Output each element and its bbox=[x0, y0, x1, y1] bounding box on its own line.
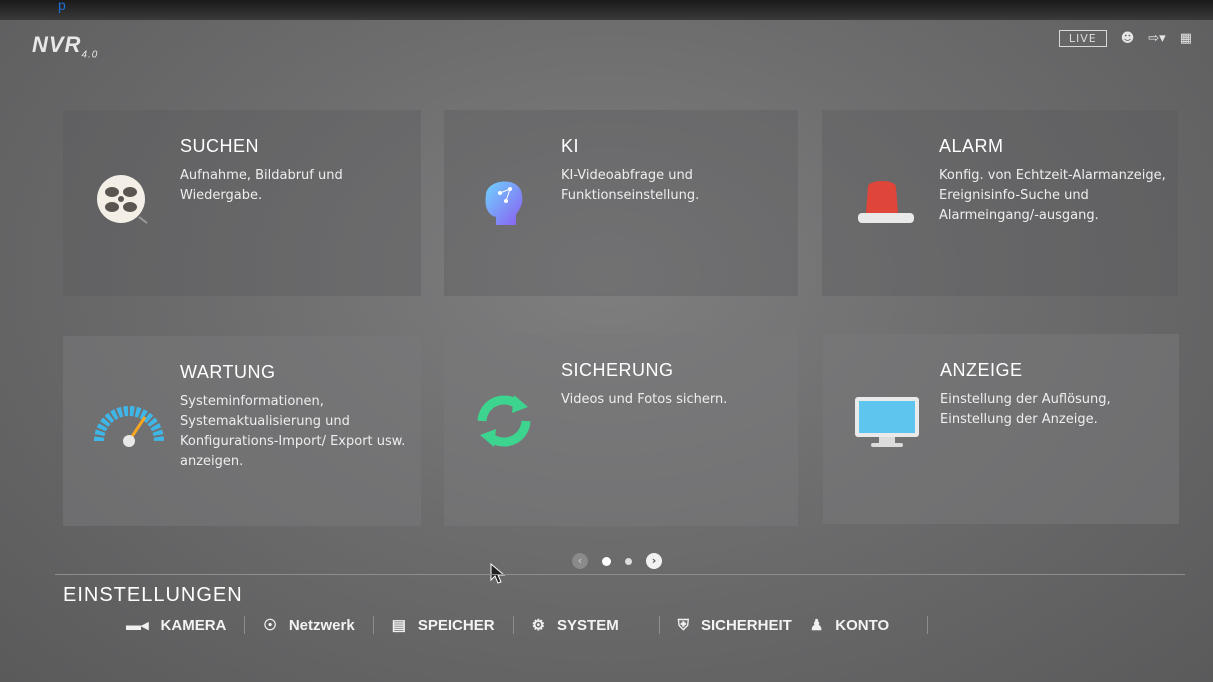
tile-alarm[interactable]: ALARM Konfig. von Echtzeit-Alarmanzeige,… bbox=[822, 110, 1178, 296]
page-dot[interactable] bbox=[625, 557, 632, 565]
shield-icon: ⛨ bbox=[677, 616, 689, 634]
live-button[interactable]: LIVE bbox=[1058, 30, 1107, 47]
tile-title: WARTUNG bbox=[180, 362, 276, 382]
separator bbox=[927, 616, 929, 634]
settings-item-label: KONTO bbox=[835, 616, 890, 634]
prev-page-icon[interactable]: ‹ bbox=[572, 553, 588, 569]
monitor-icon bbox=[851, 389, 919, 453]
qr-icon[interactable]: ▦ bbox=[1180, 31, 1192, 46]
user-icon[interactable]: ☻ bbox=[1121, 31, 1135, 46]
tile-ki[interactable]: KI KI-Videoabfrage und Funktionseinstell… bbox=[444, 110, 798, 296]
settings-item-label: Netzwerk bbox=[288, 616, 355, 634]
page-dot-active[interactable] bbox=[602, 556, 611, 566]
settings-item-konto[interactable]: ♟ KONTO bbox=[809, 616, 907, 635]
page-indicator: ‹ › bbox=[572, 553, 662, 569]
corner-mark: p bbox=[58, 0, 66, 13]
top-toolbar: LIVE ☻ ⇨▾ ▦ bbox=[1058, 30, 1192, 47]
section-divider bbox=[55, 574, 1185, 575]
tile-title: ALARM bbox=[939, 136, 1004, 156]
tile-wartung[interactable]: WARTUNG Systeminformationen, Systemaktua… bbox=[63, 336, 421, 526]
film-reel-icon bbox=[91, 165, 155, 229]
tile-suchen[interactable]: SUCHEN Aufnahme, Bildabruf und Wiedergab… bbox=[63, 110, 421, 296]
camera-icon: ▬◂ bbox=[126, 617, 149, 634]
alarm-light-icon bbox=[850, 165, 914, 229]
settings-item-netzwerk[interactable]: ☉ Netzwerk bbox=[245, 616, 372, 635]
tile-description: KI-Videoabfrage und Funktionseinstellung… bbox=[561, 168, 700, 203]
settings-item-label: KAMERA bbox=[160, 616, 227, 634]
tile-title: KI bbox=[561, 136, 580, 156]
tile-title: SICHERUNG bbox=[561, 360, 674, 380]
ai-head-icon bbox=[472, 165, 536, 229]
users-gear-icon: ♟ bbox=[809, 617, 824, 634]
tile-title: ANZEIGE bbox=[940, 360, 1023, 380]
tile-sicherung[interactable]: SICHERUNG Videos und Fotos sichern. bbox=[444, 334, 798, 526]
settings-item-label: SICHERHEIT bbox=[700, 616, 792, 634]
settings-item-speicher[interactable]: ▤ SPEICHER bbox=[374, 616, 513, 635]
sync-icon bbox=[472, 389, 536, 453]
storage-icon: ▤ bbox=[391, 617, 406, 634]
gauge-icon bbox=[91, 391, 164, 455]
nvr-main-screen: NVR4.0 LIVE ☻ ⇨▾ ▦ SUCHEN Aufnahme, Bild… bbox=[8, 18, 1206, 682]
tile-description: Videos und Fotos sichern. bbox=[561, 392, 728, 407]
tile-description: Aufnahme, Bildabruf und Wiedergabe. bbox=[180, 168, 343, 203]
logout-icon[interactable]: ⇨▾ bbox=[1148, 31, 1165, 46]
nvr-logo: NVR4.0 bbox=[32, 32, 99, 61]
monitor-bezel bbox=[0, 0, 1213, 20]
settings-bar: ▬◂ KAMERA ☉ Netzwerk ▤ SPEICHER ⚙ SYSTEM… bbox=[108, 616, 929, 635]
settings-item-kamera[interactable]: ▬◂ KAMERA bbox=[108, 616, 244, 635]
settings-heading: EINSTELLUNGEN bbox=[63, 584, 243, 606]
settings-item-sicherheit[interactable]: ⛨ SICHERHEIT bbox=[660, 617, 810, 634]
globe-icon: ☉ bbox=[263, 617, 277, 634]
settings-item-label: SYSTEM bbox=[557, 616, 619, 634]
settings-item-label: SPEICHER bbox=[417, 616, 495, 634]
next-page-icon[interactable]: › bbox=[646, 553, 662, 569]
tile-title: SUCHEN bbox=[180, 136, 260, 156]
gears-icon: ⚙ bbox=[531, 617, 546, 634]
settings-item-system[interactable]: ⚙ SYSTEM bbox=[514, 616, 637, 635]
tile-description: Konfig. von Echtzeit-Alarmanzeige, Ereig… bbox=[939, 168, 1166, 223]
tile-anzeige[interactable]: ANZEIGE Einstellung der Auflösung, Einst… bbox=[823, 334, 1179, 524]
tile-description: Einstellung der Auflösung, Einstellung d… bbox=[940, 392, 1111, 427]
tile-description: Systeminformationen, Systemaktualisierun… bbox=[180, 394, 406, 469]
